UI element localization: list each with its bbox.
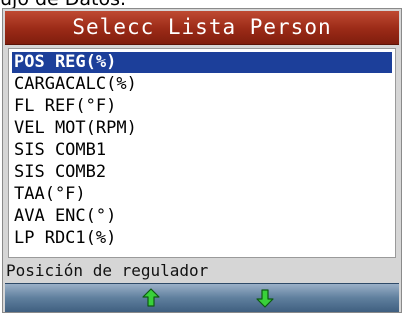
status-description: Posición de regulador [5,260,399,281]
list-item[interactable]: CARGACALC(%) [12,74,392,95]
up-arrow-icon[interactable] [141,288,161,308]
down-arrow-icon[interactable] [255,288,275,308]
list-item[interactable]: POS REG(%) [12,52,392,73]
list-item[interactable]: AVA ENC(°) [12,206,392,227]
list-item[interactable]: SIS COMB2 [12,162,392,183]
list-item[interactable]: VEL MOT(RPM) [12,118,392,139]
screen-header: Selecc Lista Person [5,11,399,45]
list-item[interactable]: FL REF(°F) [12,96,392,117]
navigation-bar [5,283,399,312]
list-item[interactable]: TAA(°F) [12,184,392,205]
list-item[interactable]: SIS COMB1 [12,140,392,161]
device-screen: Selecc Lista Person POS REG(%) CARGACALC… [2,8,402,313]
list-item[interactable]: LP RDC1(%) [12,228,392,249]
custom-list: POS REG(%) CARGACALC(%) FL REF(°F) VEL M… [8,48,396,258]
